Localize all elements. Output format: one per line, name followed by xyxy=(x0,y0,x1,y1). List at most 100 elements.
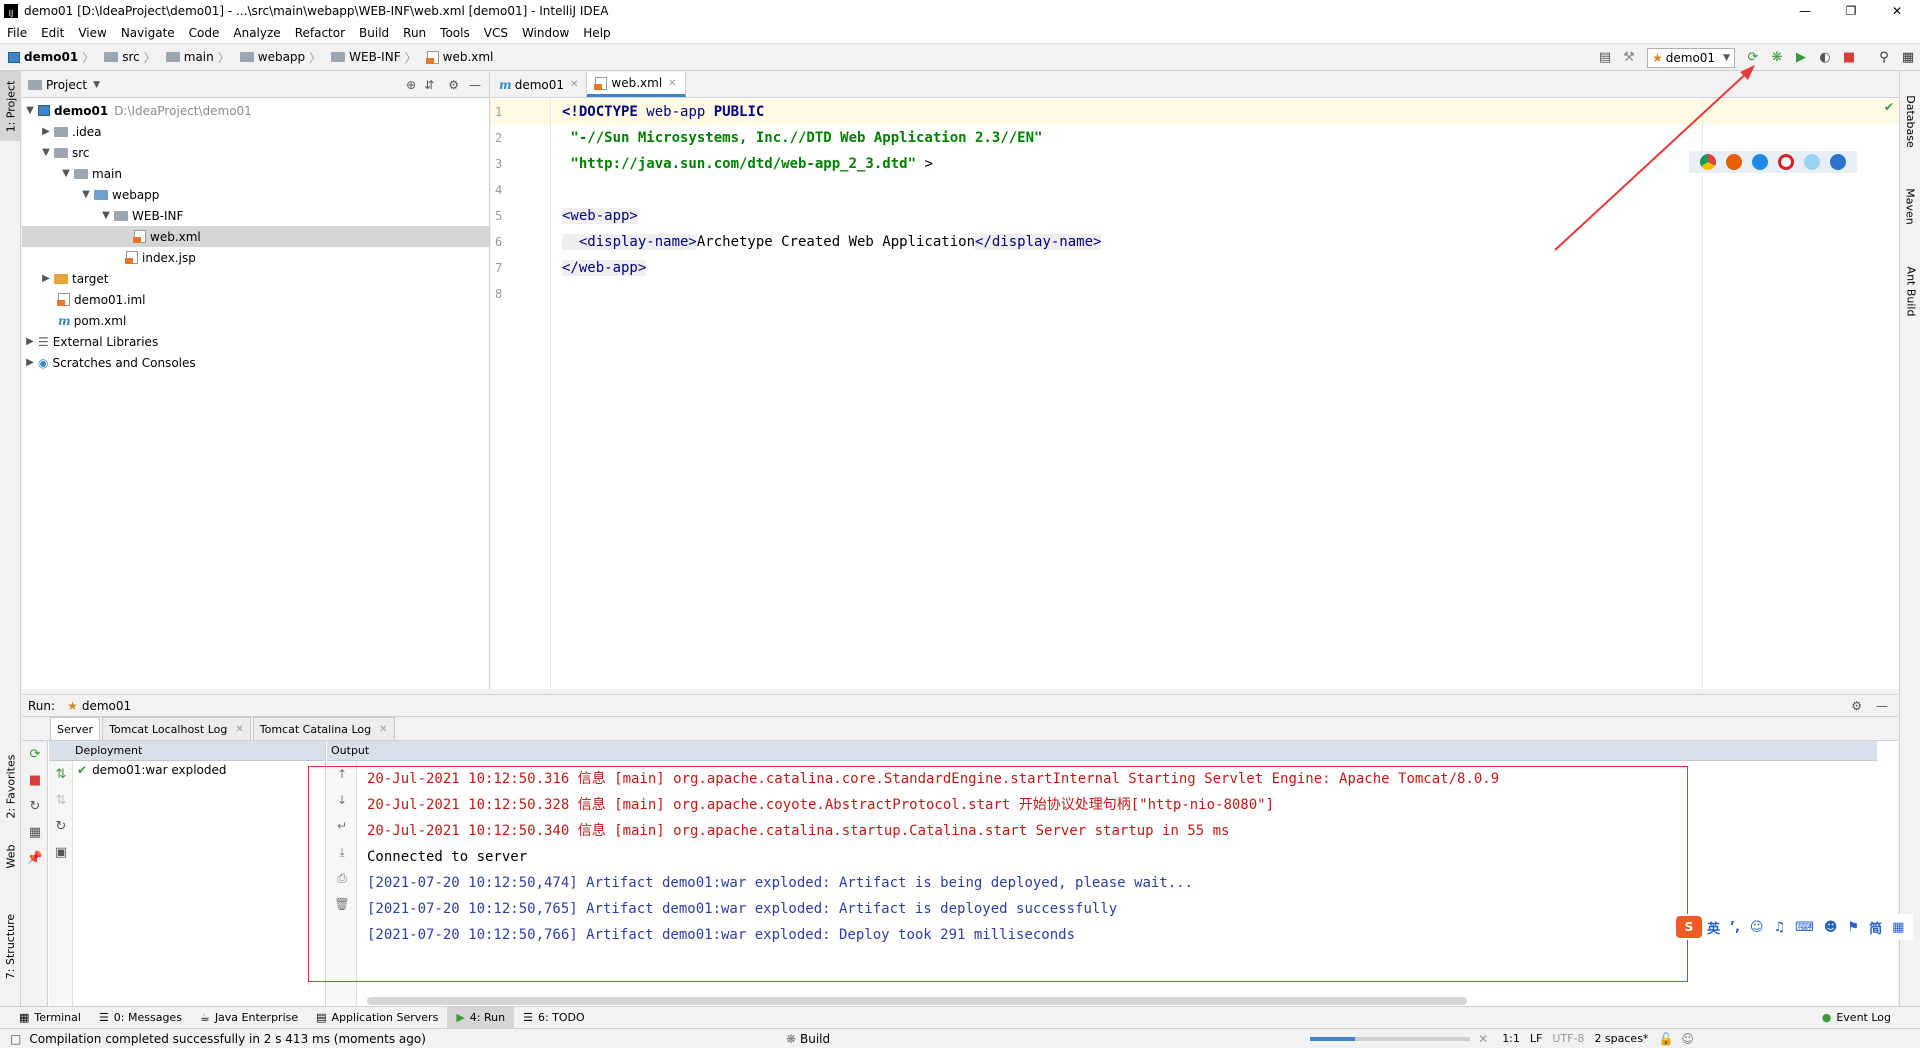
menu-window[interactable]: Window xyxy=(515,26,576,40)
tree-item-demo01-iml[interactable]: demo01.iml xyxy=(22,289,489,310)
close-tab-icon[interactable]: ✕ xyxy=(235,724,243,735)
menu-run[interactable]: Run xyxy=(396,26,433,40)
status-message[interactable]: Compilation completed successfully in 2 … xyxy=(29,1032,426,1046)
horizontal-scrollbar[interactable] xyxy=(367,997,1467,1005)
project-structure-icon[interactable]: ▦ xyxy=(1897,47,1919,69)
lock-icon[interactable]: 🔓 xyxy=(1658,1032,1673,1046)
search-icon[interactable]: ⚲ xyxy=(1873,47,1895,69)
locate-icon[interactable]: ⊕ xyxy=(406,78,416,92)
pin-icon[interactable]: 📌 xyxy=(22,845,48,871)
stop-icon[interactable]: ■ xyxy=(22,767,48,793)
tree-item-external-libraries[interactable]: ▶ ☰ External Libraries xyxy=(22,331,489,352)
menu-tools[interactable]: Tools xyxy=(433,26,477,40)
line-separator[interactable]: LF xyxy=(1530,1032,1542,1045)
layout-icon[interactable]: ▦ xyxy=(22,819,48,845)
opera-icon[interactable] xyxy=(1778,154,1794,170)
tree-item-index-jsp[interactable]: index.jsp xyxy=(22,247,489,268)
user-icon[interactable]: ☻ xyxy=(1824,920,1838,935)
tab-event-log[interactable]: ● Event Log xyxy=(1813,1007,1900,1029)
tab-project[interactable]: 1: Project xyxy=(0,71,21,141)
breadcrumb-src[interactable]: src 〉 xyxy=(101,49,163,66)
menu-refactor[interactable]: Refactor xyxy=(288,26,352,40)
breadcrumb-main[interactable]: main 〉 xyxy=(163,49,237,66)
rerun-icon[interactable]: ⟳ xyxy=(22,741,48,767)
tab-messages[interactable]: ☰ 0: Messages xyxy=(90,1007,191,1029)
cancel-build-icon[interactable]: ✕ xyxy=(1478,1032,1488,1046)
tab-database[interactable]: Database xyxy=(1900,81,1920,161)
internet-explorer-icon[interactable] xyxy=(1804,154,1820,170)
ime-language-toggle[interactable]: 英 xyxy=(1707,918,1720,937)
punctuation-icon[interactable]: ’, xyxy=(1730,920,1740,935)
tab-java-enterprise[interactable]: ☕ Java Enterprise xyxy=(191,1007,307,1029)
tab-todo[interactable]: ☰ 6: TODO xyxy=(514,1007,594,1029)
ime-simplified-toggle[interactable]: 简 xyxy=(1869,918,1882,937)
file-encoding[interactable]: UTF-8 xyxy=(1552,1032,1584,1045)
close-window-button[interactable]: ✕ xyxy=(1874,0,1920,22)
tab-structure[interactable]: 7: Structure xyxy=(0,896,21,996)
gear-icon[interactable]: ⚙ xyxy=(448,78,459,92)
caret-position[interactable]: 1:1 xyxy=(1502,1032,1520,1045)
undeploy-icon[interactable]: ⇅ xyxy=(49,787,73,813)
tree-item-demo01[interactable]: ▼ demo01 D:\IdeaProject\demo01 xyxy=(22,100,489,121)
hide-icon[interactable]: — xyxy=(1876,699,1888,713)
notifications-icon[interactable]: ☺ xyxy=(1681,1032,1694,1046)
tree-item-pom-xml[interactable]: m pom.xml xyxy=(22,310,489,331)
sogou-logo-icon[interactable]: S xyxy=(1676,916,1702,938)
tab-favorites[interactable]: 2: Favorites xyxy=(0,741,21,831)
tab-terminal[interactable]: ▦ Terminal xyxy=(10,1007,90,1029)
menu-code[interactable]: Code xyxy=(182,26,227,40)
deployment-item[interactable]: ✔ demo01:war exploded xyxy=(77,763,227,777)
breadcrumb-web-xml[interactable]: web.xml xyxy=(424,50,497,64)
menu-file[interactable]: File xyxy=(0,26,34,40)
run-config-tab[interactable]: demo01 xyxy=(82,699,131,713)
menu-vcs[interactable]: VCS xyxy=(477,26,515,40)
tab-run[interactable]: ▶ 4: Run xyxy=(447,1006,515,1029)
maximize-button[interactable]: ❐ xyxy=(1828,0,1874,22)
tree-item-src[interactable]: ▼ src xyxy=(22,142,489,163)
tab-tomcat-localhost-log[interactable]: Tomcat Localhost Log ✕ xyxy=(102,717,251,740)
chevron-down-icon[interactable]: ▼ xyxy=(93,80,100,90)
tree-item-web-xml[interactable]: web.xml xyxy=(22,226,489,247)
gear-icon[interactable]: ⚙ xyxy=(1851,699,1862,713)
minimize-button[interactable]: — xyxy=(1782,0,1828,22)
tab-web[interactable]: Web xyxy=(0,831,21,881)
menu-build[interactable]: Build xyxy=(352,26,396,40)
tab-tomcat-catalina-log[interactable]: Tomcat Catalina Log ✕ xyxy=(252,717,395,740)
close-tab-icon[interactable]: ✕ xyxy=(570,79,578,90)
emoji-icon[interactable]: ☺ xyxy=(1750,920,1764,935)
project-view-select[interactable]: Project xyxy=(46,78,87,92)
breadcrumb-demo01[interactable]: demo01 〉 xyxy=(0,49,101,66)
close-tab-icon[interactable]: ✕ xyxy=(379,724,387,735)
collapse-all-icon[interactable]: ⇵ xyxy=(424,78,434,92)
profile-icon[interactable]: ◐ xyxy=(1814,47,1836,69)
breadcrumb-web-inf[interactable]: WEB-INF 〉 xyxy=(328,49,423,66)
inspection-ok-icon[interactable]: ✔ xyxy=(1884,100,1894,114)
tree-item-scratches[interactable]: ▶ ◉ Scratches and Consoles xyxy=(22,352,489,373)
deploy-icon[interactable]: ⇅ xyxy=(49,761,73,787)
keyboard-icon[interactable]: ⌨ xyxy=(1795,920,1814,935)
close-tab-icon[interactable]: ✕ xyxy=(668,78,676,89)
coverage-icon[interactable]: ▶ xyxy=(1790,47,1812,69)
build-status[interactable]: ❋ Build xyxy=(786,1032,830,1046)
hide-icon[interactable]: — xyxy=(469,78,481,92)
stop-icon[interactable]: ■ xyxy=(1838,47,1860,69)
update-icon[interactable]: ↻ xyxy=(49,813,73,839)
tab-application-servers[interactable]: ▤ Application Servers xyxy=(307,1007,447,1029)
tree-item-main[interactable]: ▼ main xyxy=(22,163,489,184)
tree-item-target[interactable]: ▶ target xyxy=(22,268,489,289)
editor-tab-web-xml[interactable]: web.xml ✕ xyxy=(587,72,686,97)
tab-ant-build[interactable]: Ant Build xyxy=(1900,246,1920,336)
editor-tab-demo01[interactable]: m demo01 ✕ xyxy=(491,72,588,97)
tree-item-webapp[interactable]: ▼ webapp xyxy=(22,184,489,205)
menu-grid-icon[interactable]: ▦ xyxy=(1892,920,1904,935)
tree-item-idea[interactable]: ▶ .idea xyxy=(22,121,489,142)
tree-item-web-inf[interactable]: ▼ WEB-INF xyxy=(22,205,489,226)
code-line-8[interactable] xyxy=(552,281,1899,307)
menu-navigate[interactable]: Navigate xyxy=(114,26,182,40)
menu-view[interactable]: View xyxy=(71,26,113,40)
breadcrumb-webapp[interactable]: webapp 〉 xyxy=(237,49,328,66)
menu-analyze[interactable]: Analyze xyxy=(226,26,287,40)
tab-maven[interactable]: Maven xyxy=(1900,171,1920,241)
open-browser-icon[interactable]: ▣ xyxy=(49,839,73,865)
microphone-icon[interactable]: ♫ xyxy=(1773,920,1785,935)
